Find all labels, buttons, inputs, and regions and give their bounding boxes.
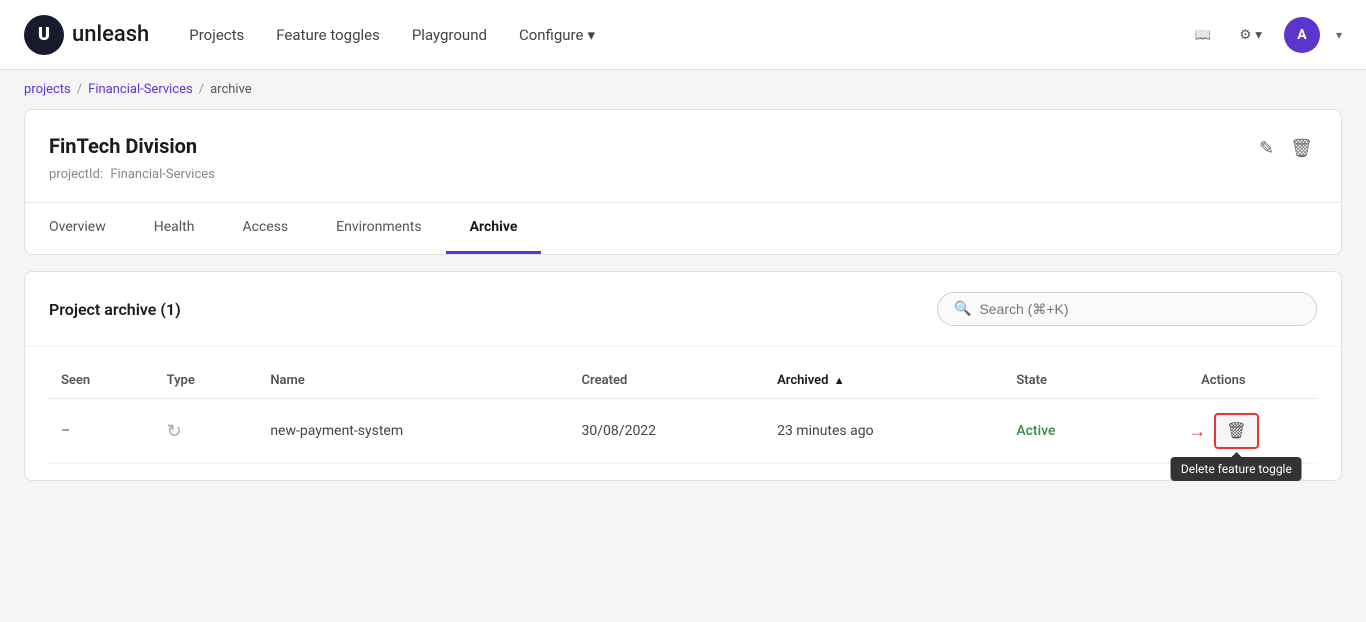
archive-table: Seen Type Name Created Archived ▲ State … bbox=[49, 363, 1317, 464]
archive-card: Project archive (1) 🔍 Seen Type Name Cre… bbox=[24, 271, 1342, 481]
navbar: U unleash Projects Feature toggles Playg… bbox=[0, 0, 1366, 70]
tab-environments[interactable]: Environments bbox=[312, 203, 445, 254]
configure-nav-link[interactable]: Configure ▾ bbox=[519, 26, 595, 44]
breadcrumb-sep-1: / bbox=[77, 82, 82, 97]
projects-nav-link[interactable]: Projects bbox=[189, 26, 244, 44]
project-header: FinTech Division ✎ 🗑 bbox=[49, 134, 1317, 163]
table-body: – ↻ new-payment-system 30/08/2022 23 min… bbox=[49, 399, 1317, 464]
tab-health[interactable]: Health bbox=[130, 203, 219, 254]
trash-icon: 🗑 bbox=[1226, 421, 1246, 441]
gear-icon: ⚙ bbox=[1239, 27, 1251, 43]
docs-button[interactable]: 📖 bbox=[1189, 21, 1218, 49]
cell-name: new-payment-system bbox=[258, 399, 569, 464]
delete-tooltip: Delete feature toggle bbox=[1171, 457, 1302, 481]
playground-nav-link[interactable]: Playground bbox=[412, 26, 487, 44]
col-created: Created bbox=[570, 363, 766, 399]
project-card: FinTech Division ✎ 🗑 projectId: Financia… bbox=[24, 109, 1342, 255]
tab-access[interactable]: Access bbox=[218, 203, 312, 254]
app-name: unleash bbox=[72, 22, 149, 47]
breadcrumb-projects-link[interactable]: projects bbox=[24, 82, 71, 97]
col-seen: Seen bbox=[49, 363, 155, 399]
project-action-buttons: ✎ 🗑 bbox=[1255, 134, 1317, 163]
breadcrumb-project-link[interactable]: Financial-Services bbox=[88, 82, 193, 97]
avatar[interactable]: A bbox=[1284, 17, 1320, 53]
archive-title: Project archive (1) bbox=[49, 300, 181, 319]
cell-seen: – bbox=[49, 399, 155, 464]
breadcrumb-current: archive bbox=[210, 82, 252, 97]
nav-links: Projects Feature toggles Playground Conf… bbox=[189, 26, 1156, 44]
configure-chevron-icon: ▾ bbox=[587, 26, 595, 44]
tab-archive[interactable]: Archive bbox=[446, 203, 542, 254]
table-header: Seen Type Name Created Archived ▲ State … bbox=[49, 363, 1317, 399]
feature-toggles-nav-link[interactable]: Feature toggles bbox=[276, 26, 380, 44]
col-archived[interactable]: Archived ▲ bbox=[765, 363, 1004, 399]
navbar-actions: 📖 ⚙ ▾ A ▾ bbox=[1189, 17, 1342, 53]
tooltip-wrapper: 🗑 Delete feature toggle bbox=[1214, 413, 1258, 449]
cell-actions: → 🗑 Delete feature toggle bbox=[1130, 399, 1317, 464]
edit-project-button[interactable]: ✎ bbox=[1255, 134, 1278, 163]
refresh-icon: ↻ bbox=[167, 421, 182, 442]
project-tabs: Overview Health Access Environments Arch… bbox=[25, 202, 1341, 254]
col-type: Type bbox=[155, 363, 259, 399]
main-content: FinTech Division ✎ 🗑 projectId: Financia… bbox=[0, 109, 1366, 505]
table-container: Seen Type Name Created Archived ▲ State … bbox=[25, 347, 1341, 480]
col-state: State bbox=[1004, 363, 1129, 399]
avatar-chevron-icon: ▾ bbox=[1336, 28, 1342, 42]
cell-type: ↻ bbox=[155, 399, 259, 464]
settings-chevron-icon: ▾ bbox=[1255, 27, 1262, 43]
cell-created: 30/08/2022 bbox=[570, 399, 766, 464]
project-title: FinTech Division bbox=[49, 134, 197, 158]
search-icon: 🔍 bbox=[954, 301, 971, 317]
archive-header: Project archive (1) 🔍 bbox=[25, 272, 1341, 347]
cell-archived: 23 minutes ago bbox=[765, 399, 1004, 464]
project-info: FinTech Division bbox=[49, 134, 197, 158]
logo-icon: U bbox=[24, 15, 64, 55]
col-actions: Actions bbox=[1130, 363, 1317, 399]
search-box[interactable]: 🔍 bbox=[937, 292, 1317, 326]
sort-arrow-icon: ▲ bbox=[834, 374, 845, 387]
delete-project-button[interactable]: 🗑 bbox=[1286, 134, 1317, 163]
arrow-icon: → bbox=[1188, 421, 1206, 442]
cell-state: Active bbox=[1004, 399, 1129, 464]
search-input[interactable] bbox=[979, 301, 1300, 317]
book-icon: 📖 bbox=[1195, 27, 1212, 43]
delete-action-wrapper: → 🗑 Delete feature toggle bbox=[1188, 413, 1258, 449]
project-id-row: projectId: Financial-Services bbox=[49, 167, 1317, 182]
col-name: Name bbox=[258, 363, 569, 399]
delete-toggle-button[interactable]: 🗑 bbox=[1214, 413, 1258, 449]
settings-button[interactable]: ⚙ ▾ bbox=[1233, 21, 1268, 49]
tab-overview[interactable]: Overview bbox=[25, 203, 130, 254]
state-badge: Active bbox=[1016, 423, 1055, 439]
table-row: – ↻ new-payment-system 30/08/2022 23 min… bbox=[49, 399, 1317, 464]
breadcrumb-sep-2: / bbox=[199, 82, 204, 97]
breadcrumb: projects / Financial-Services / archive bbox=[0, 70, 1366, 109]
logo[interactable]: U unleash bbox=[24, 15, 149, 55]
